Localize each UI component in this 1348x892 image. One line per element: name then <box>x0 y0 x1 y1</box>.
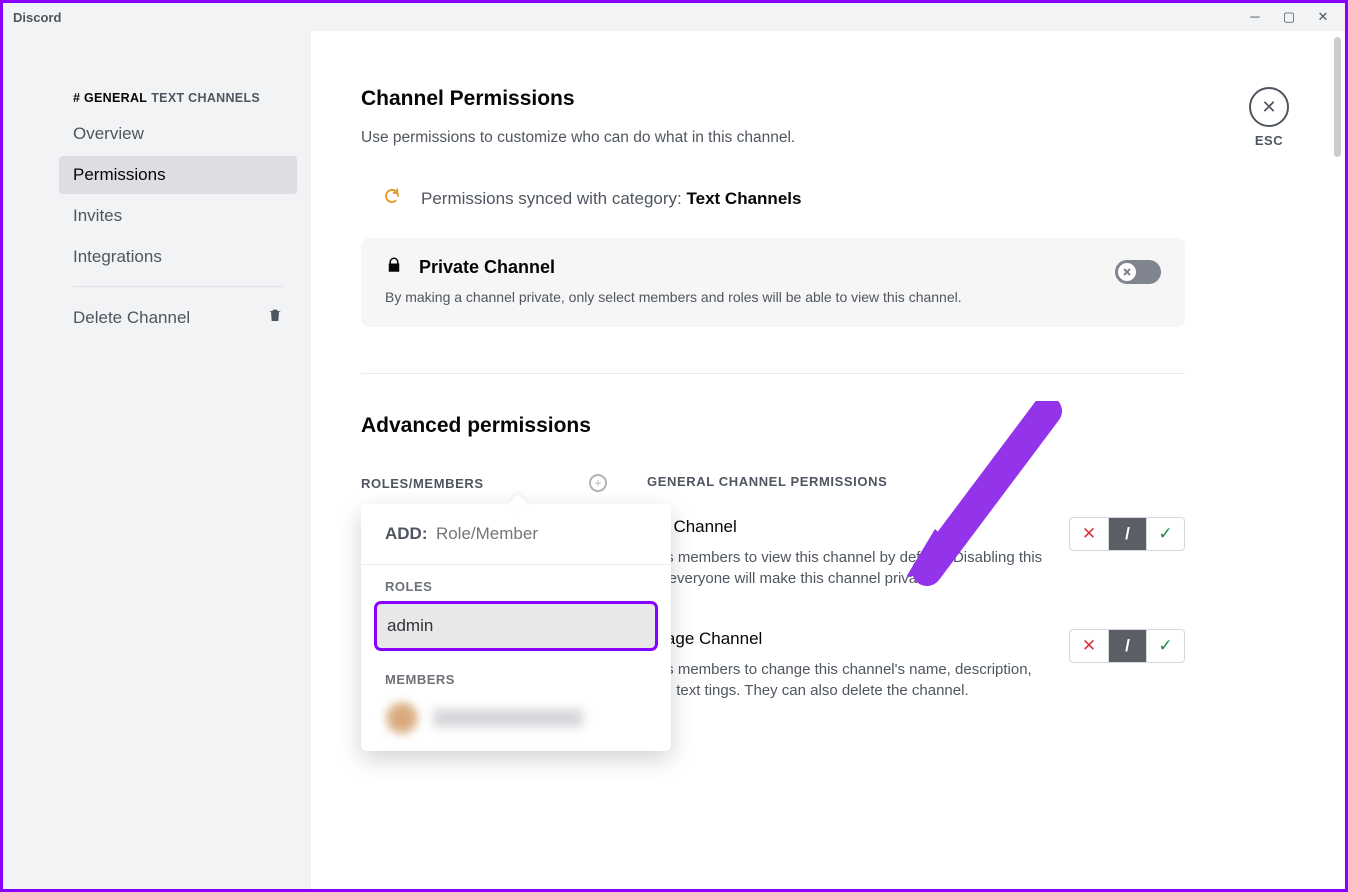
permissions-columns: ROLES/MEMBERS + ADD: ROLES admin MEMBERS <box>361 474 1185 741</box>
settings-sidebar: # GENERALTEXT CHANNELS Overview Permissi… <box>3 31 311 889</box>
titlebar: Discord ─ ▢ ✕ <box>3 3 1345 31</box>
perm-tri-manage: ✕ / ✓ <box>1069 629 1185 663</box>
perm-view-channel: ew Channel ows members to view this chan… <box>647 517 1185 589</box>
divider <box>361 373 1185 374</box>
page-subtitle: Use permissions to customize who can do … <box>361 129 1305 147</box>
page-title: Channel Permissions <box>361 87 1305 111</box>
lock-icon <box>385 256 403 279</box>
private-channel-title: Private Channel <box>419 257 555 278</box>
perm-allow[interactable]: ✓ <box>1146 518 1184 550</box>
perm-title: ew Channel <box>647 517 1049 537</box>
perm-allow[interactable]: ✓ <box>1146 630 1184 662</box>
delete-channel-button[interactable]: Delete Channel <box>59 299 297 336</box>
perm-tri-view: ✕ / ✓ <box>1069 517 1185 551</box>
private-channel-desc: By making a channel private, only select… <box>385 289 1115 305</box>
toggle-knob <box>1118 263 1136 281</box>
role-search-input[interactable] <box>436 524 616 544</box>
app-name: Discord <box>13 10 61 25</box>
perm-deny[interactable]: ✕ <box>1070 630 1108 662</box>
avatar <box>385 701 419 735</box>
close-button[interactable]: ✕ ESC <box>1249 87 1289 148</box>
perm-desc: ows members to change this channel's nam… <box>647 659 1049 701</box>
scrollbar[interactable] <box>1334 37 1341 157</box>
sidebar-item-overview[interactable]: Overview <box>59 115 297 153</box>
sync-icon <box>383 187 401 210</box>
add-role-button[interactable]: + <box>589 474 607 492</box>
perm-desc: ows members to view this channel by defa… <box>647 547 1049 589</box>
sidebar-item-invites[interactable]: Invites <box>59 197 297 235</box>
perm-neutral[interactable]: / <box>1108 630 1146 662</box>
role-option-admin[interactable]: admin <box>377 604 655 648</box>
window-controls: ─ ▢ ✕ <box>1247 9 1335 25</box>
sidebar-header: # GENERALTEXT CHANNELS <box>73 91 297 105</box>
close-icon: ✕ <box>1249 87 1289 127</box>
close-window-button[interactable]: ✕ <box>1315 9 1331 25</box>
general-perms-header: GENERAL CHANNEL PERMISSIONS <box>647 474 1185 489</box>
perm-deny[interactable]: ✕ <box>1070 518 1108 550</box>
sync-category: Text Channels <box>687 189 802 209</box>
advanced-title: Advanced permissions <box>361 414 1305 438</box>
private-toggle[interactable] <box>1115 260 1161 284</box>
add-label: ADD: <box>385 524 428 543</box>
content-area: ✕ ESC Channel Permissions Use permission… <box>311 31 1345 889</box>
perm-manage-channel: anage Channel ows members to change this… <box>647 629 1185 701</box>
perm-title: anage Channel <box>647 629 1049 649</box>
sync-text: Permissions synced with category: <box>421 189 682 209</box>
sidebar-item-integrations[interactable]: Integrations <box>59 238 297 276</box>
roles-members-header: ROLES/MEMBERS <box>361 476 484 491</box>
sidebar-divider <box>73 286 283 287</box>
members-header: MEMBERS <box>361 658 671 691</box>
maximize-button[interactable]: ▢ <box>1281 9 1297 25</box>
perm-neutral[interactable]: / <box>1108 518 1146 550</box>
sidebar-item-permissions[interactable]: Permissions <box>59 156 297 194</box>
member-name-redacted <box>433 709 583 727</box>
sync-status: Permissions synced with category: Text C… <box>383 187 1305 210</box>
add-role-popover: ADD: ROLES admin MEMBERS <box>361 504 671 751</box>
delete-channel-label: Delete Channel <box>73 308 190 328</box>
private-channel-card: Private Channel By making a channel priv… <box>361 238 1185 327</box>
close-label: ESC <box>1249 133 1289 148</box>
roles-header: ROLES <box>361 565 671 598</box>
trash-icon <box>267 307 283 328</box>
minimize-button[interactable]: ─ <box>1247 9 1263 25</box>
member-option[interactable] <box>361 691 671 751</box>
